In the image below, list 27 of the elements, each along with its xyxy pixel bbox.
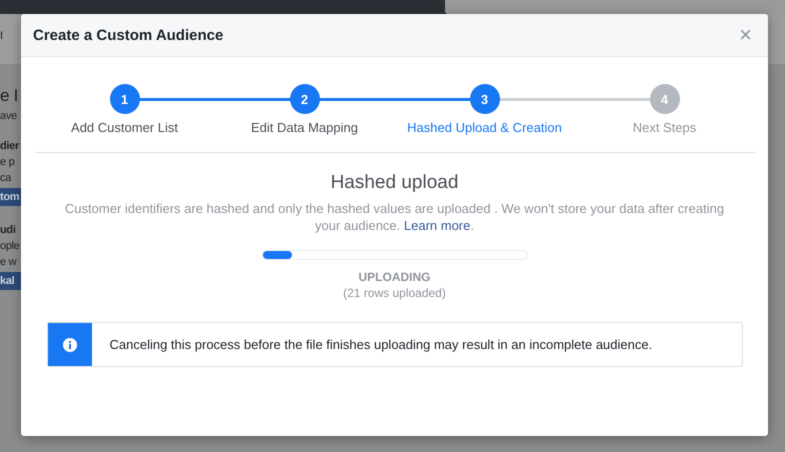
background-text: ople [0,240,21,252]
upload-status: UPLOADING [358,270,430,284]
background-text: ca [0,172,12,184]
description-text: Customer identifiers are hashed and only the hashed values are uploaded . We won't store your data after creating your audience. Learn more. [64,200,726,234]
step-number: 4 [650,84,680,114]
step-number: 3 [470,84,500,114]
step-number: 2 [290,84,320,114]
step-label: Add Customer List [71,120,178,135]
step-label: Edit Data Mapping [251,120,358,135]
info-icon [62,338,76,352]
background-button[interactable]: tom [0,188,22,206]
step-label: Hashed Upload & Creation [407,120,562,135]
background-text: ave [0,110,18,122]
background-text: e p [0,156,16,168]
notice-text: Canceling this process before the file finishes uploading may result in an incomplete audience. [108,336,652,354]
step-number: 1 [110,84,140,114]
learn-more-link[interactable]: Learn more [404,218,470,233]
background-text: e I [0,86,20,106]
dialog-title: Create a Custom Audience [33,26,224,44]
background-text: dier [0,140,20,152]
background-text: udi [0,224,17,236]
background-text: I [0,30,4,42]
rows-uploaded: (21 rows uploaded) [343,286,446,300]
step-label: Next Steps [632,120,696,135]
background-text: e w [0,256,18,268]
section-heading: Hashed upload [330,172,458,194]
background-button[interactable]: kal [0,272,22,290]
